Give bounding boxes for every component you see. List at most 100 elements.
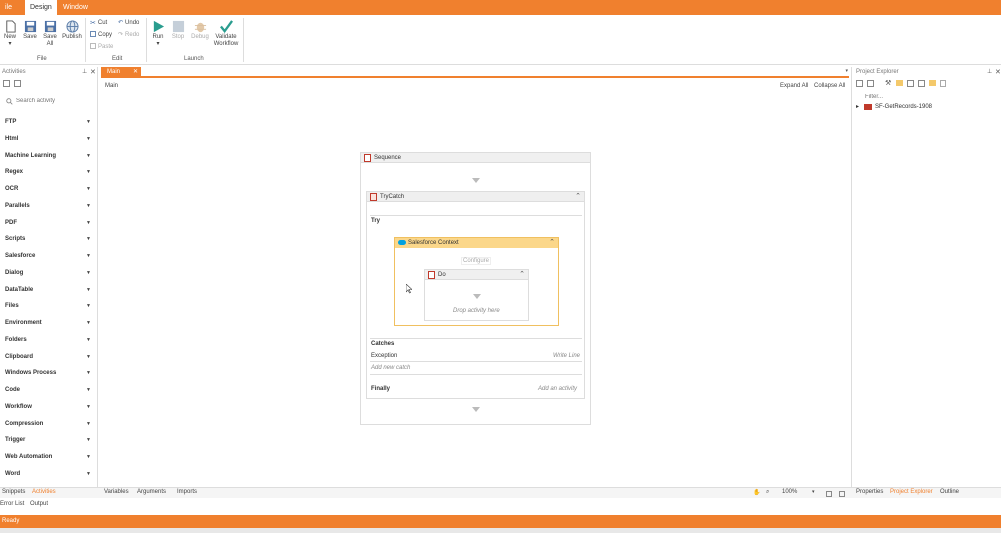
pin-icon[interactable]: ⊥ <box>82 68 87 75</box>
activity-category-item[interactable]: Trigger ▼ <box>5 437 93 454</box>
search-icon[interactable]: ⌕ <box>766 489 769 496</box>
file-icon[interactable] <box>940 80 946 87</box>
fit-to-screen-icon[interactable] <box>826 491 832 497</box>
tab-variables[interactable]: Variables <box>104 489 129 495</box>
chevron-down-icon[interactable]: ▼ <box>86 287 91 293</box>
tree-expand-icon[interactable]: ▸ <box>856 103 859 110</box>
chevron-down-icon[interactable]: ▼ <box>86 404 91 410</box>
expand-all-icon[interactable] <box>856 80 863 87</box>
zoom-level[interactable]: 100% <box>782 489 797 495</box>
chevron-down-icon[interactable]: ▼ <box>86 421 91 427</box>
activity-category-item[interactable]: Html ▼ <box>5 136 93 153</box>
stop-button[interactable]: Stop <box>170 20 186 41</box>
chevron-down-icon[interactable]: ▼ <box>86 220 91 226</box>
chevron-down-icon[interactable]: ▼ <box>86 186 91 192</box>
chevron-down-icon[interactable]: ▼ <box>86 354 91 360</box>
chevron-down-icon[interactable]: ▼ <box>86 320 91 326</box>
publish-button[interactable]: Publish <box>61 20 83 41</box>
filter-input[interactable] <box>865 92 995 102</box>
menu-file[interactable]: ile <box>0 0 17 15</box>
activity-category-item[interactable]: Salesforce ▼ <box>5 253 93 270</box>
tab-outline[interactable]: Outline <box>940 489 959 495</box>
refresh-icon[interactable] <box>907 80 914 87</box>
new-button[interactable]: New ▾ <box>3 20 17 48</box>
write-line-activity[interactable]: Write Line <box>553 353 580 359</box>
pan-hand-icon[interactable]: ✋ <box>753 489 760 496</box>
activity-category-item[interactable]: Environment ▼ <box>5 320 93 337</box>
chevron-down-icon[interactable]: ▾ <box>845 68 848 74</box>
activity-category-item[interactable]: Files ▼ <box>5 303 93 320</box>
chevron-down-icon[interactable]: ▼ <box>86 236 91 242</box>
add-activity-link[interactable]: Add an activity <box>538 386 577 392</box>
drop-arrow-icon[interactable] <box>472 407 480 412</box>
tab-output[interactable]: Output <box>30 501 48 507</box>
chevron-down-icon[interactable]: ▼ <box>86 303 91 309</box>
chevron-down-icon[interactable]: ▼ <box>86 253 91 259</box>
chevron-down-icon[interactable]: ▼ <box>86 454 91 460</box>
activity-category-item[interactable]: PDF ▼ <box>5 220 93 237</box>
undo-button[interactable]: ↶ Undo <box>118 18 139 28</box>
chevron-down-icon[interactable]: ▼ <box>86 270 91 276</box>
chevron-down-icon[interactable]: ▼ <box>86 337 91 343</box>
tab-arguments[interactable]: Arguments <box>137 489 166 495</box>
menu-design[interactable]: Design <box>25 0 57 15</box>
salesforce-context-activity[interactable]: Salesforce Context ⌃ Configure Do ⌃ Drop… <box>394 237 559 326</box>
activity-category-item[interactable]: Workflow ▼ <box>5 404 93 421</box>
chevron-down-icon[interactable]: ▼ <box>86 169 91 175</box>
wrench-icon[interactable]: ⚒ <box>885 79 891 87</box>
paste-button[interactable]: Paste <box>90 42 113 52</box>
drop-arrow-icon[interactable] <box>473 294 481 299</box>
collapse-icon[interactable]: ⌃ <box>575 192 581 200</box>
collapse-icon[interactable]: ⌃ <box>549 238 555 246</box>
save-all-button[interactable]: Save All <box>42 20 58 48</box>
workflow-canvas[interactable]: Main Expand All Collapse All Sequence Tr… <box>101 81 849 485</box>
tab-snippets[interactable]: Snippets <box>2 489 25 495</box>
copy-button[interactable]: Copy <box>90 30 112 40</box>
tab-project-explorer[interactable]: Project Explorer <box>890 489 933 495</box>
activity-category-item[interactable]: Regex ▼ <box>5 169 93 186</box>
chevron-down-icon[interactable]: ▼ <box>86 387 91 393</box>
expand-all-link[interactable]: Expand All <box>780 83 808 89</box>
tab-error-list[interactable]: Error List <box>0 501 24 507</box>
expand-all-icon[interactable] <box>3 80 10 87</box>
folder-icon[interactable] <box>896 80 903 86</box>
cut-button[interactable]: ✂ Cut <box>90 18 107 28</box>
search-input[interactable] <box>16 95 94 107</box>
activity-category-item[interactable]: DataTable ▼ <box>5 287 93 304</box>
configure-button[interactable]: Configure <box>461 257 492 265</box>
activity-category-item[interactable]: Web Automation ▼ <box>5 454 93 471</box>
activity-category-item[interactable]: Windows Process ▼ <box>5 370 93 387</box>
collapse-all-icon[interactable] <box>14 80 21 87</box>
activity-category-item[interactable]: Parallels ▼ <box>5 203 93 220</box>
pin-icon[interactable]: ⊥ <box>987 68 992 75</box>
activity-category-item[interactable]: Scripts ▼ <box>5 236 93 253</box>
close-icon[interactable]: ✕ <box>995 68 1001 76</box>
run-button[interactable]: Run ▾ <box>150 20 166 48</box>
chevron-down-icon[interactable]: ▼ <box>86 370 91 376</box>
activity-category-item[interactable]: Word ▼ <box>5 471 93 488</box>
chevron-down-icon[interactable]: ▼ <box>86 203 91 209</box>
collapse-all-icon[interactable] <box>867 80 874 87</box>
chevron-down-icon[interactable]: ▾ <box>812 489 815 495</box>
collapse-all-link[interactable]: Collapse All <box>814 83 845 89</box>
properties-icon[interactable] <box>918 80 925 87</box>
save-button[interactable]: Save <box>22 20 38 41</box>
debug-button[interactable]: Debug <box>190 20 210 41</box>
open-folder-icon[interactable] <box>929 80 936 86</box>
exception-type[interactable]: Exception <box>371 353 397 359</box>
activity-category-item[interactable]: Clipboard ▼ <box>5 354 93 371</box>
validate-workflow-button[interactable]: Validate Workflow <box>212 20 240 48</box>
chevron-down-icon[interactable]: ▼ <box>86 437 91 443</box>
activity-category-item[interactable]: Code ▼ <box>5 387 93 404</box>
close-icon[interactable]: ✕ <box>90 68 96 76</box>
collapse-icon[interactable]: ⌃ <box>519 270 525 278</box>
overview-icon[interactable] <box>839 491 845 497</box>
tab-main[interactable]: Main ✕ <box>101 67 141 78</box>
activity-search[interactable] <box>2 95 96 107</box>
activity-category-item[interactable]: Machine Learning ▼ <box>5 153 93 170</box>
chevron-down-icon[interactable]: ▼ <box>86 153 91 159</box>
chevron-down-icon[interactable]: ▼ <box>86 119 91 125</box>
chevron-down-icon[interactable]: ▼ <box>86 136 91 142</box>
add-new-catch-link[interactable]: Add new catch <box>371 365 410 371</box>
tab-imports[interactable]: Imports <box>177 489 197 495</box>
